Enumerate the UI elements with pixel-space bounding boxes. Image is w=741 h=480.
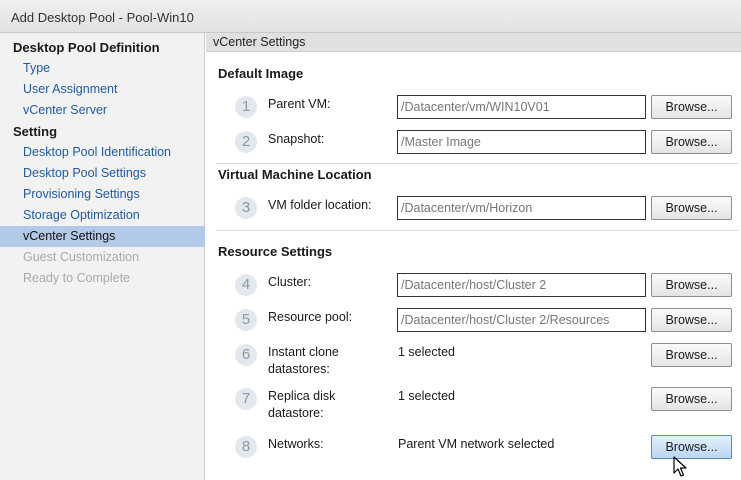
wizard-sidebar: Desktop Pool Definition Type User Assign… [0,33,205,480]
section-divider [216,163,738,164]
resource-pool-field[interactable]: /Datacenter/host/Cluster 2/Resources [397,308,646,332]
replica-disk-datastore-label: Replica disk datastore: [268,388,335,422]
section-title-resource-settings: Resource Settings [218,244,333,259]
parent-vm-label: Parent VM: [268,97,331,111]
step-number-6: 6 [235,344,257,366]
instant-clone-datastores-label: Instant clone datastores: [268,344,339,378]
parent-vm-browse-button[interactable]: Browse... [651,95,732,119]
sidebar-item-storage-optimization[interactable]: Storage Optimization [0,205,205,226]
step-number-7: 7 [235,388,257,410]
sidebar-item-type[interactable]: Type [0,58,205,79]
networks-value: Parent VM network selected [398,437,555,451]
replica-disk-datastore-value: 1 selected [398,389,455,403]
label-line: datastores: [268,362,330,376]
sidebar-group-setting: Setting [13,124,58,139]
vm-folder-location-label: VM folder location: [268,198,372,212]
resource-pool-label: Resource pool: [268,310,353,324]
label-line: Replica disk [268,389,336,403]
replica-disk-datastore-browse-button[interactable]: Browse... [651,387,732,411]
sidebar-item-ready-to-complete: Ready to Complete [23,271,131,285]
content-header: vCenter Settings [206,33,741,52]
step-number-4: 4 [235,274,257,296]
sidebar-item-vcenter-server[interactable]: vCenter Server [0,100,205,121]
step-number-8: 8 [235,436,257,458]
section-title-vm-location: Virtual Machine Location [218,167,372,182]
sidebar-item-user-assignment[interactable]: User Assignment [0,79,205,100]
content-panel: vCenter Settings Default Image 1 Parent … [206,33,741,480]
sidebar-item-provisioning-settings[interactable]: Provisioning Settings [0,184,205,205]
sidebar-group-desktop-pool-definition: Desktop Pool Definition [13,40,160,55]
label-line: Instant clone [268,345,339,359]
section-divider [216,230,738,231]
window-title: Add Desktop Pool - Pool-Win10 [0,0,741,33]
step-number-5: 5 [235,309,257,331]
snapshot-label: Snapshot: [268,132,325,146]
resource-pool-browse-button[interactable]: Browse... [651,308,732,332]
snapshot-browse-button[interactable]: Browse... [651,130,732,154]
cluster-browse-button[interactable]: Browse... [651,273,732,297]
sidebar-item-desktop-pool-identification[interactable]: Desktop Pool Identification [0,142,205,163]
snapshot-field[interactable]: /Master Image [397,130,646,154]
sidebar-item-guest-customization: Guest Customization [23,250,140,264]
cluster-field[interactable]: /Datacenter/host/Cluster 2 [397,273,646,297]
step-number-2: 2 [235,131,257,153]
vm-folder-browse-button[interactable]: Browse... [651,196,732,220]
sidebar-item-vcenter-settings[interactable]: vCenter Settings [0,226,205,247]
label-line: datastore: [268,406,324,420]
instant-clone-datastores-browse-button[interactable]: Browse... [651,343,732,367]
networks-label: Networks: [268,437,324,451]
step-number-1: 1 [235,96,257,118]
networks-browse-button[interactable]: Browse... [651,435,732,459]
mouse-pointer-icon [673,456,687,477]
section-title-default-image: Default Image [218,66,304,81]
instant-clone-datastores-value: 1 selected [398,345,455,359]
sidebar-item-desktop-pool-settings[interactable]: Desktop Pool Settings [0,163,205,184]
vm-folder-location-field[interactable]: /Datacenter/vm/Horizon [397,196,646,220]
cluster-label: Cluster: [268,275,312,289]
parent-vm-field[interactable]: /Datacenter/vm/WIN10V01 [397,95,646,119]
step-number-3: 3 [235,197,257,219]
